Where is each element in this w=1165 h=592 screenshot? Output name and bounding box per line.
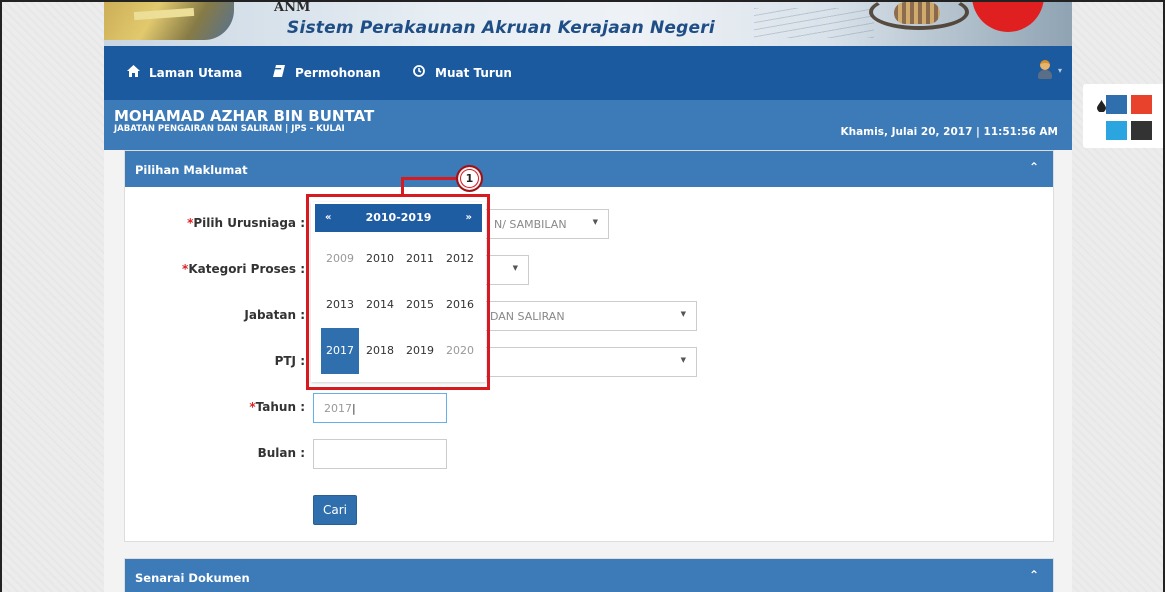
datepicker-year-cell[interactable]: 2017: [321, 328, 359, 374]
label-urusniaga: *Pilih Urusniaga :: [187, 216, 305, 230]
main-navbar: Laman Utama Permohonan Muat Turun ▾: [104, 46, 1072, 100]
datepicker-year-cell[interactable]: 2015: [401, 282, 439, 328]
jabatan-value: DAN SALIRAN: [490, 310, 565, 323]
banner-red-emblem: [972, 0, 1044, 32]
app-page: ANM Sistem Perakaunan Akruan Kerajaan Ne…: [104, 0, 1072, 592]
theme-color-swatch[interactable]: [1106, 95, 1127, 114]
theme-color-swatch[interactable]: [1131, 121, 1152, 140]
datepicker-year-cell[interactable]: 2011: [401, 236, 439, 282]
form-panel-header: Pilihan Maklumat ⌃: [125, 151, 1053, 187]
datepicker-year-cell[interactable]: 2018: [361, 328, 399, 374]
collapse-chevron-icon[interactable]: ⌃: [1029, 160, 1039, 174]
tahun-input[interactable]: 2017|: [313, 393, 447, 423]
label-ptj: PTJ :: [275, 354, 305, 368]
datepicker-range-title[interactable]: 2010-2019: [315, 211, 482, 224]
label-text: Kategori Proses :: [188, 262, 305, 276]
row-bulan: Bulan :: [125, 439, 1055, 469]
form-panel: Pilihan Maklumat ⌃ *Pilih Urusniaga : N/…: [124, 150, 1054, 542]
datepicker-year-cell[interactable]: 2009: [321, 236, 359, 282]
datepicker-year-cell[interactable]: 2014: [361, 282, 399, 328]
nav-label: Laman Utama: [149, 65, 243, 80]
user-name: MOHAMAD AZHAR BIN BUNTAT: [114, 107, 375, 125]
banner-decoration: [754, 8, 874, 38]
row-urusniaga: *Pilih Urusniaga : N/ SAMBILAN ▼: [125, 209, 1055, 239]
row-jabatan: Jabatan : DAN SALIRAN ▼: [125, 301, 1055, 331]
chevron-down-icon: ▼: [512, 264, 518, 272]
year-datepicker: « 2010-2019 » 2009 2010 2011 2012 2013 2014 20…: [311, 202, 486, 382]
label-text: Jabatan :: [244, 308, 305, 322]
current-datetime: Khamis, Julai 20, 2017 | 11:51:56 AM: [840, 126, 1058, 138]
chevron-down-icon: ▼: [680, 356, 686, 364]
nav-label: Muat Turun: [435, 65, 512, 80]
user-avatar-icon: [1037, 60, 1052, 80]
label-text: PTJ :: [274, 354, 305, 368]
header-banner: ANM Sistem Perakaunan Akruan Kerajaan Ne…: [104, 0, 1072, 46]
document-list-panel: Senarai Dokumen ⌃: [124, 558, 1054, 592]
datepicker-header: « 2010-2019 »: [315, 204, 482, 232]
clock-download-icon: [412, 65, 426, 80]
label-bulan: Bulan :: [258, 446, 305, 460]
annotation-number: 1: [461, 170, 478, 187]
cari-button[interactable]: Cari: [313, 495, 357, 525]
document-list-header: Senarai Dokumen ⌃: [125, 559, 1053, 592]
nav-permohonan[interactable]: Permohonan: [272, 65, 381, 80]
label-text: Bulan :: [257, 446, 305, 460]
panel-title: Senarai Dokumen: [135, 571, 250, 585]
banner-ornament-pattern: [894, 2, 940, 24]
label-jabatan: Jabatan :: [244, 308, 305, 322]
state-crest-logo: [104, 0, 234, 40]
datepicker-year-cell[interactable]: 2012: [441, 236, 479, 282]
book-icon: [272, 65, 286, 80]
system-name: Sistem Perakaunan Akruan Kerajaan Negeri: [287, 18, 715, 38]
row-tahun: *Tahun : 2017|: [125, 393, 1055, 423]
tahun-value: 2017: [324, 402, 352, 415]
theme-switcher: [1083, 84, 1165, 148]
datepicker-year-cell[interactable]: 2010: [361, 236, 399, 282]
datepicker-year-cell[interactable]: 2020: [441, 328, 479, 374]
theme-color-swatch[interactable]: [1106, 121, 1127, 140]
panel-title: Pilihan Maklumat: [135, 163, 248, 177]
row-kategori: *Kategori Proses : ▼: [125, 255, 1055, 285]
urusniaga-value: N/ SAMBILAN: [494, 218, 567, 231]
user-department: JABATAN PENGAIRAN DAN SALIRAN | JPS - KU…: [114, 124, 345, 134]
chevron-down-icon: ▼: [680, 310, 686, 318]
user-menu[interactable]: ▾: [1037, 60, 1062, 80]
bulan-input[interactable]: [313, 439, 447, 469]
user-info-bar: MOHAMAD AZHAR BIN BUNTAT JABATAN PENGAIR…: [104, 100, 1072, 150]
datepicker-year-cell[interactable]: 2016: [441, 282, 479, 328]
label-tahun: *Tahun :: [249, 400, 305, 414]
chevron-down-icon: ▼: [592, 218, 598, 226]
chevron-down-icon: ▾: [1057, 65, 1062, 75]
theme-color-swatch[interactable]: [1131, 95, 1152, 114]
banner-abbreviation: ANM: [274, 0, 311, 15]
label-kategori: *Kategori Proses :: [182, 262, 305, 276]
datepicker-year-cell[interactable]: 2019: [401, 328, 439, 374]
home-icon: [126, 65, 140, 80]
ink-drop-icon[interactable]: [1097, 100, 1106, 115]
label-text: Pilih Urusniaga :: [193, 216, 305, 230]
datepicker-year-cell[interactable]: 2013: [321, 282, 359, 328]
label-text: Tahun :: [255, 400, 305, 414]
collapse-chevron-icon[interactable]: ⌃: [1029, 568, 1039, 582]
row-ptj: PTJ : ▼: [125, 347, 1055, 377]
annotation-number-badge: 1: [456, 165, 483, 192]
datepicker-next-button[interactable]: »: [466, 212, 472, 223]
nav-muat-turun[interactable]: Muat Turun: [412, 65, 512, 80]
nav-label: Permohonan: [295, 65, 381, 80]
nav-laman-utama[interactable]: Laman Utama: [126, 65, 242, 80]
